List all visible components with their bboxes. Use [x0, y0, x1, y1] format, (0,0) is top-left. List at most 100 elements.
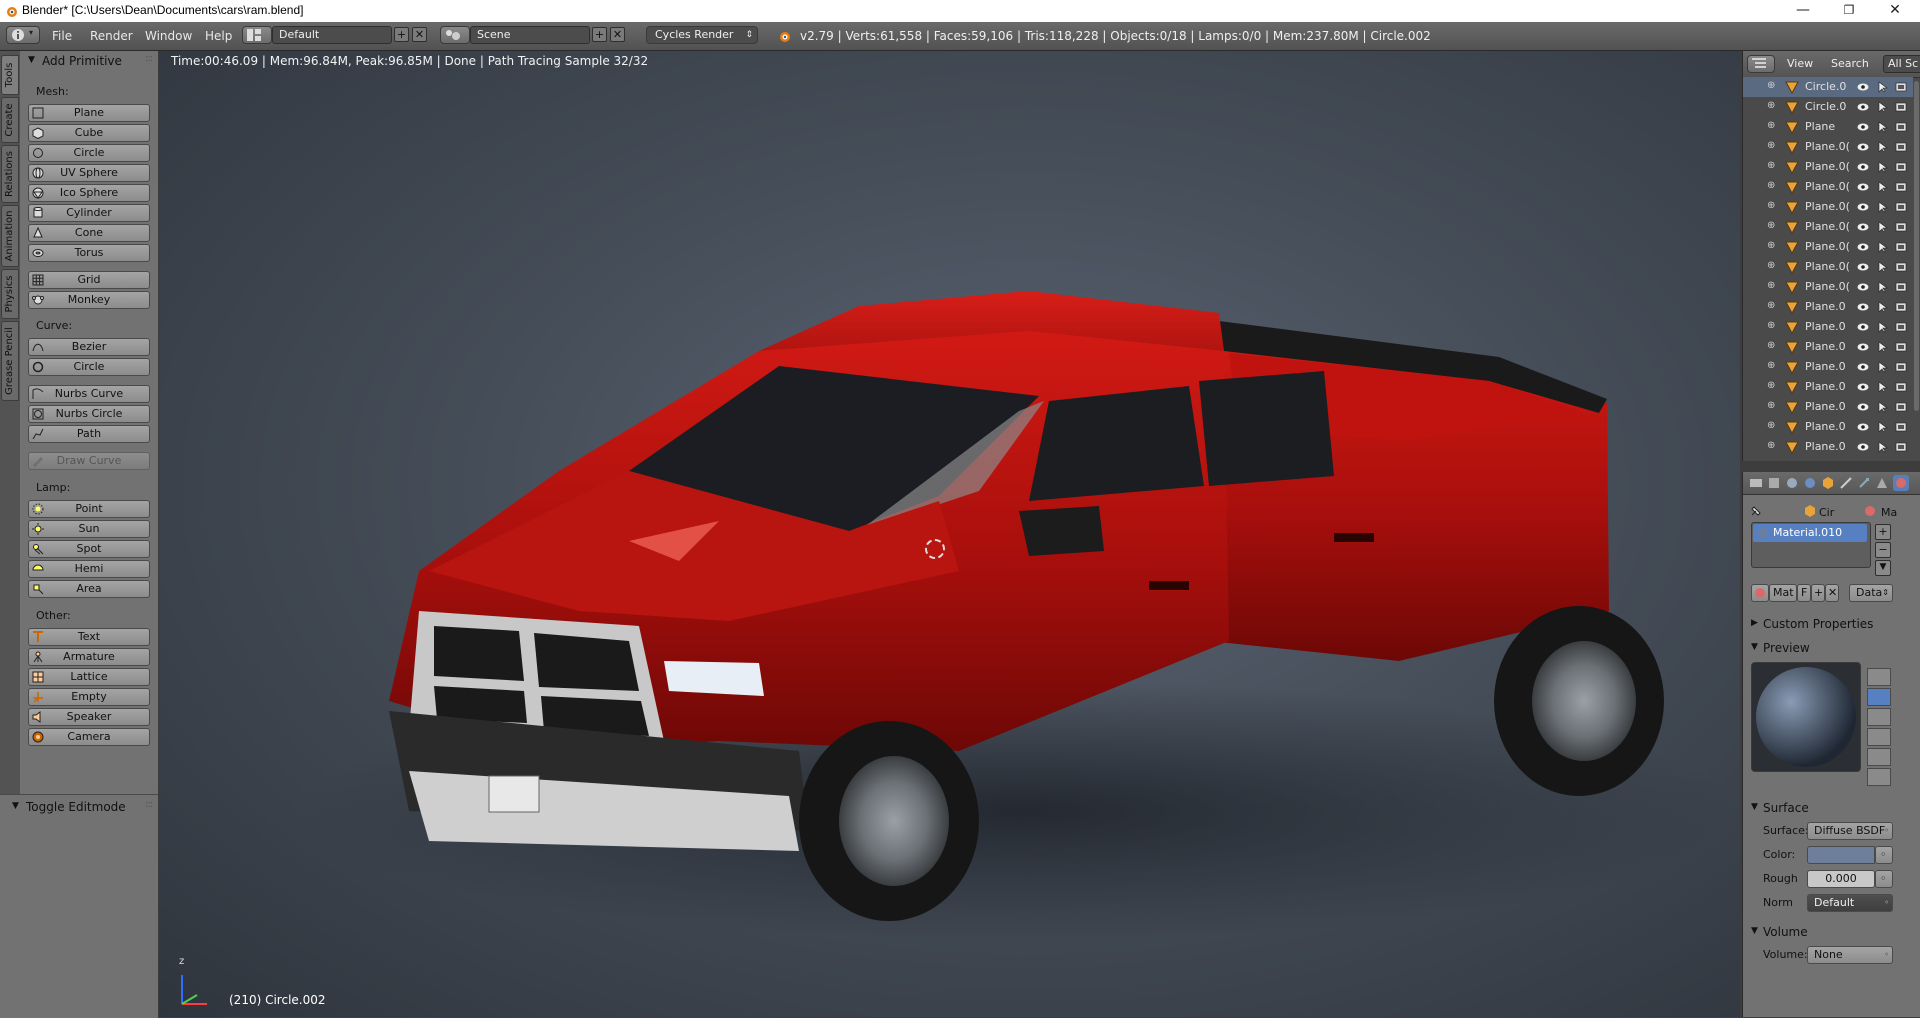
tab-tools[interactable]: Tools — [1, 55, 19, 95]
eye-icon[interactable] — [1857, 81, 1869, 93]
color-swatch[interactable] — [1807, 846, 1875, 864]
object-tab-icon[interactable] — [1821, 476, 1835, 490]
outliner-item[interactable]: ⊕ Plane.0 — [1743, 417, 1913, 437]
outliner-item[interactable]: ⊕ Plane.0( — [1743, 137, 1913, 157]
add-nurbs-curve-button[interactable]: Nurbs Curve — [28, 385, 150, 403]
tab-animation[interactable]: Animation — [1, 205, 19, 267]
preview-panel-header[interactable]: ▼ Preview — [1751, 638, 1913, 658]
add-point-lamp-button[interactable]: Point — [28, 500, 150, 518]
tab-create[interactable]: Create — [1, 97, 19, 143]
expand-dot-icon[interactable]: ⊕ — [1767, 160, 1775, 171]
render-camera-icon[interactable] — [1895, 201, 1907, 213]
eye-icon[interactable] — [1857, 201, 1869, 213]
scene-tab-icon[interactable] — [1785, 476, 1799, 490]
arrow-cursor-icon[interactable] — [1877, 101, 1889, 113]
render-camera-icon[interactable] — [1895, 81, 1907, 93]
outliner-item[interactable]: ⊕ Circle.0 — [1743, 97, 1913, 117]
add-bezier-button[interactable]: Bezier — [28, 338, 150, 356]
outliner-item[interactable]: ⊕ Plane — [1743, 117, 1913, 137]
add-nurbs-circle-button[interactable]: Nurbs Circle — [28, 405, 150, 423]
arrow-cursor-icon[interactable] — [1877, 261, 1889, 273]
preview-sphere-sky-button[interactable] — [1867, 768, 1891, 786]
roughness-field[interactable]: 0.000 — [1807, 870, 1875, 888]
preview-monkey-button[interactable] — [1867, 728, 1891, 746]
render-camera-icon[interactable] — [1895, 221, 1907, 233]
arrow-cursor-icon[interactable] — [1877, 221, 1889, 233]
3d-cursor[interactable] — [925, 539, 945, 559]
fake-user-toggle[interactable]: F — [1797, 584, 1811, 602]
add-lattice-button[interactable]: Lattice — [28, 668, 150, 686]
add-armature-button[interactable]: Armature — [28, 648, 150, 666]
custom-properties-panel-header[interactable]: ▶ Custom Properties — [1751, 614, 1913, 634]
expand-dot-icon[interactable]: ⊕ — [1767, 220, 1775, 231]
eye-icon[interactable] — [1857, 401, 1869, 413]
add-plane-button[interactable]: Plane — [28, 104, 150, 122]
render-camera-icon[interactable] — [1895, 421, 1907, 433]
add-area-lamp-button[interactable]: Area — [28, 580, 150, 598]
eye-icon[interactable] — [1857, 281, 1869, 293]
arrow-cursor-icon[interactable] — [1877, 181, 1889, 193]
outliner-item[interactable]: ⊕ Plane.0 — [1743, 357, 1913, 377]
render-camera-icon[interactable] — [1895, 441, 1907, 453]
add-spot-lamp-button[interactable]: Spot — [28, 540, 150, 558]
outliner-item[interactable]: ⊕ Plane.0 — [1743, 397, 1913, 417]
render-camera-icon[interactable] — [1895, 161, 1907, 173]
expand-dot-icon[interactable]: ⊕ — [1767, 80, 1775, 91]
add-cube-button[interactable]: Cube — [28, 124, 150, 142]
drag-grip-icon[interactable]: ::: — [145, 799, 153, 810]
outliner-item[interactable]: ⊕ Plane.0( — [1743, 277, 1913, 297]
arrow-cursor-icon[interactable] — [1877, 421, 1889, 433]
eye-icon[interactable] — [1857, 101, 1869, 113]
outliner-view-menu[interactable]: View — [1787, 57, 1813, 70]
arrow-cursor-icon[interactable] — [1877, 441, 1889, 453]
toggle-editmode-panel-header[interactable]: ▼ Toggle Editmode ::: — [0, 797, 158, 817]
add-text-button[interactable]: Text — [28, 628, 150, 646]
preview-sphere-button[interactable] — [1867, 688, 1891, 706]
eye-icon[interactable] — [1857, 381, 1869, 393]
render-camera-icon[interactable] — [1895, 281, 1907, 293]
render-layers-tab-icon[interactable] — [1767, 476, 1781, 490]
outliner-item[interactable]: ⊕ Plane.0 — [1743, 297, 1913, 317]
world-tab-icon[interactable] — [1803, 476, 1817, 490]
outliner-item[interactable]: ⊕ Plane.0 — [1743, 337, 1913, 357]
outliner-scrollbar[interactable] — [1914, 81, 1919, 411]
expand-dot-icon[interactable]: ⊕ — [1767, 300, 1775, 311]
close-button[interactable]: ✕ — [1872, 0, 1918, 22]
add-grid-button[interactable]: Grid — [28, 271, 150, 289]
drag-grip-icon[interactable]: ::: — [145, 53, 153, 64]
outliner-item[interactable]: ⊕ Plane.0( — [1743, 177, 1913, 197]
menu-file[interactable]: File — [52, 29, 72, 43]
add-camera-button[interactable]: Camera — [28, 728, 150, 746]
material-slot-item[interactable]: Material.010 — [1753, 524, 1867, 542]
expand-dot-icon[interactable]: ⊕ — [1767, 360, 1775, 371]
add-path-button[interactable]: Path — [28, 425, 150, 443]
preview-cube-button[interactable] — [1867, 708, 1891, 726]
add-screen-button[interactable]: + — [394, 27, 409, 42]
outliner-item[interactable]: ⊕ Circle.0 — [1743, 77, 1913, 97]
screen-layout-selector[interactable] — [242, 26, 272, 44]
outliner-item[interactable]: ⊕ Plane.0( — [1743, 157, 1913, 177]
tab-grease-pencil[interactable]: Grease Pencil — [1, 321, 19, 401]
arrow-cursor-icon[interactable] — [1877, 141, 1889, 153]
draw-curve-button[interactable]: Draw Curve — [28, 452, 150, 470]
expand-dot-icon[interactable]: ⊕ — [1767, 120, 1775, 131]
eye-icon[interactable] — [1857, 121, 1869, 133]
screen-layout-field[interactable]: Default — [272, 26, 392, 44]
render-camera-icon[interactable] — [1895, 321, 1907, 333]
minimize-button[interactable]: — — [1780, 0, 1826, 22]
add-empty-button[interactable]: Empty — [28, 688, 150, 706]
arrow-cursor-icon[interactable] — [1877, 321, 1889, 333]
volume-panel-header[interactable]: ▼ Volume — [1751, 922, 1913, 942]
render-camera-icon[interactable] — [1895, 301, 1907, 313]
expand-dot-icon[interactable]: ⊕ — [1767, 200, 1775, 211]
editor-type-info-button[interactable]: ▾ — [6, 26, 40, 44]
normal-dropdown[interactable]: Default ◦ — [1807, 894, 1893, 912]
arrow-cursor-icon[interactable] — [1877, 81, 1889, 93]
eye-icon[interactable] — [1857, 221, 1869, 233]
outliner-editor-type-button[interactable] — [1747, 55, 1775, 73]
outliner-item[interactable]: ⊕ Plane.0( — [1743, 197, 1913, 217]
render-camera-icon[interactable] — [1895, 361, 1907, 373]
expand-dot-icon[interactable]: ⊕ — [1767, 320, 1775, 331]
expand-dot-icon[interactable]: ⊕ — [1767, 400, 1775, 411]
surface-panel-header[interactable]: ▼ Surface — [1751, 798, 1913, 818]
